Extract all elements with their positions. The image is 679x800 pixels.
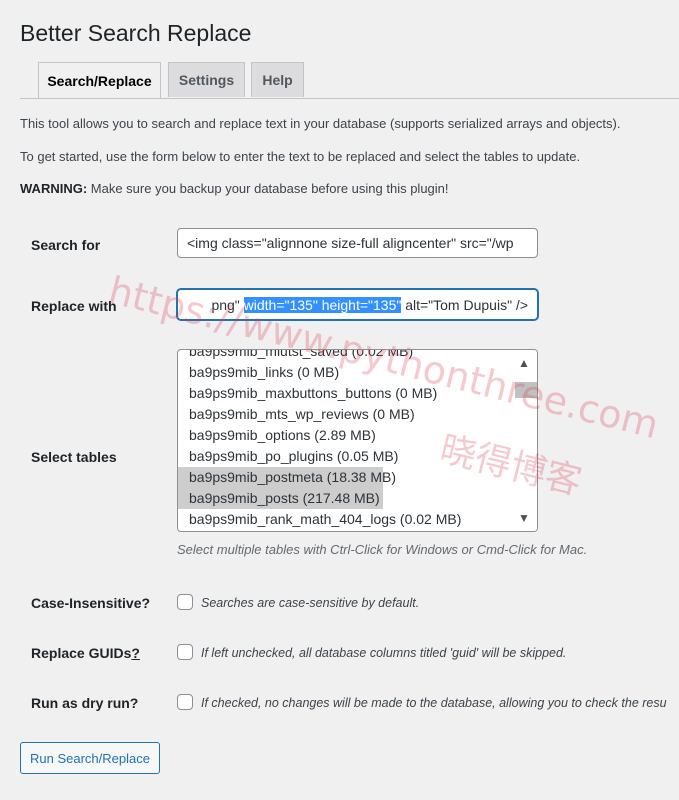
tables-list: ba9ps9mib_mlutst_saved (0.02 MB) ba9ps9m… [178,350,515,530]
table-option[interactable]: ba9ps9mib_maxbuttons_buttons (0 MB) [178,383,515,404]
dry-run-description: If checked, no changes will be made to t… [201,696,667,710]
replace-with-label: Replace with [31,298,117,314]
tab-help[interactable]: Help [251,62,304,97]
search-for-input[interactable]: <img class="alignnone size-full aligncen… [177,228,538,258]
table-option[interactable]: ba9ps9mib_rank_math_404_logs (0.02 MB) [178,509,515,530]
table-option-selected[interactable]: ba9ps9mib_posts (217.48 MB) [178,488,383,509]
warning-label: WARNING: [20,181,88,196]
search-for-label: Search for [31,237,101,253]
page-title: Better Search Replace [20,20,252,46]
replace-with-input[interactable]: png" width="135" height="135" alt="Tom D… [177,289,538,320]
tab-settings[interactable]: Settings [168,62,245,97]
triangle-up-icon[interactable]: ▲ [518,357,530,369]
dry-run-label: Run as dry run? [31,695,139,711]
table-option-selected[interactable]: ba9ps9mib_postmeta (18.38 MB) [178,467,396,488]
case-insensitive-description: Searches are case-sensitive by default. [201,596,420,610]
dry-run-checkbox[interactable] [177,694,193,710]
table-option[interactable]: ba9ps9mib_po_plugins (0.05 MB) [178,446,515,467]
select-tables-listbox[interactable]: ba9ps9mib_mlutst_saved (0.02 MB) ba9ps9m… [177,349,538,532]
table-option[interactable]: ba9ps9mib_mlutst_saved (0.02 MB) [178,350,515,362]
case-insensitive-label: Case-Insensitive? [31,595,151,611]
replace-guids-description: If left unchecked, all database columns … [201,646,567,660]
intro-text-1: This tool allows you to search and repla… [20,116,621,131]
intro-text-2: To get started, use the form below to en… [20,149,581,164]
replace-guids-checkbox[interactable] [177,644,193,660]
replace-guids-help-link[interactable]: ? [131,645,140,661]
warning-text: WARNING: Make sure you backup your datab… [20,181,449,196]
table-option[interactable]: ba9ps9mib_options (2.89 MB) [178,425,515,446]
run-search-replace-button[interactable]: Run Search/Replace [20,742,160,774]
select-tables-label: Select tables [31,449,117,465]
table-option[interactable]: ba9ps9mib_links (0 MB) [178,362,515,383]
replace-value-after: alt="Tom Dupuis" /> [401,296,528,313]
replace-guids-label: Replace GUIDs? [31,645,140,661]
scrollbar-thumb[interactable] [515,382,537,398]
triangle-down-icon[interactable]: ▼ [518,512,530,524]
replace-guids-text: Replace GUIDs [31,645,132,661]
tables-scrollbar[interactable]: ▲ ▼ [515,350,537,531]
nav-tabs: Search/Replace Settings Help [20,62,679,99]
select-tables-help: Select multiple tables with Ctrl-Click f… [177,542,588,557]
case-insensitive-checkbox[interactable] [177,594,193,610]
tab-search-replace[interactable]: Search/Replace [38,62,161,98]
replace-value-before: png" [211,296,244,313]
table-option[interactable]: ba9ps9mib_mts_wp_reviews (0 MB) [178,404,515,425]
search-for-value: <img class="alignnone size-full aligncen… [187,235,514,251]
warning-message: Make sure you backup your database befor… [87,181,449,196]
replace-value-selection: width="135" height="135" [243,296,402,313]
